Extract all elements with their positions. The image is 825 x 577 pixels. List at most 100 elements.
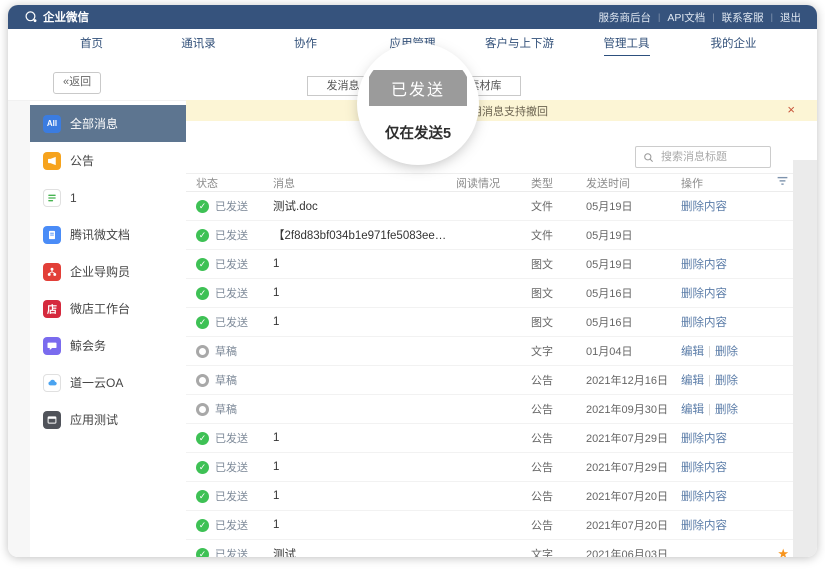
time-cell: 2021年07月29日 xyxy=(586,459,681,475)
nav-tab-2[interactable]: 协作 xyxy=(252,29,359,56)
action-link-1[interactable]: 删除 xyxy=(715,346,738,358)
star-icon[interactable]: ★ xyxy=(777,546,789,557)
action-link-0[interactable]: 编辑 xyxy=(681,404,704,416)
message-cell: 1 xyxy=(273,490,456,502)
status-cell: ✓ 已发送 xyxy=(196,227,273,243)
status-cell: ✓已发送 xyxy=(196,430,273,446)
sent-check-icon: ✓ xyxy=(196,229,209,242)
sidebar-item-8[interactable]: 应用测试 xyxy=(30,401,186,438)
magnifier-loupe: 已发送 仅在发送5 xyxy=(362,48,474,160)
time-cell: 05月19日 xyxy=(586,256,681,272)
table-row[interactable]: ✓已发送1图文05月16日删除内容 xyxy=(186,279,793,308)
close-icon[interactable]: × xyxy=(787,103,795,117)
nav-tab-0[interactable]: 首页 xyxy=(38,29,145,56)
draft-icon xyxy=(196,403,209,416)
actions-cell: 删除内容 xyxy=(681,459,763,475)
sidebar-item-label: 道一云OA xyxy=(70,374,123,391)
topbar-link-1[interactable]: API文档 xyxy=(667,10,705,25)
sidebar-item-label: 应用测试 xyxy=(70,411,118,428)
action-link-0[interactable]: 删除内容 xyxy=(681,433,727,445)
status-label: 已发送 xyxy=(215,285,248,301)
sidebar-item-3[interactable]: 腾讯微文档 xyxy=(30,216,186,253)
action-link-0[interactable]: 删除内容 xyxy=(681,520,727,532)
action-link-0[interactable]: 删除内容 xyxy=(681,491,727,503)
status-cell: ✓已发送 xyxy=(196,459,273,475)
action-link-0[interactable]: 删除内容 xyxy=(681,317,727,329)
action-link-0[interactable]: 编辑 xyxy=(681,375,704,387)
table-row[interactable]: ✓已发送1公告2021年07月29日删除内容 xyxy=(186,453,793,482)
separator: | xyxy=(658,12,660,22)
filter-icon[interactable] xyxy=(776,178,789,190)
sidebar-item-0[interactable]: All全部消息 xyxy=(30,105,186,142)
status-cell: ✓已发送 xyxy=(196,285,273,301)
row-end-cell: ★ xyxy=(763,546,793,557)
sidebar-item-1[interactable]: 公告 xyxy=(30,142,186,179)
action-link-0[interactable]: 删除内容 xyxy=(681,288,727,300)
action-link-1[interactable]: 删除 xyxy=(715,404,738,416)
separator: | xyxy=(712,12,714,22)
type-cell: 公告 xyxy=(531,517,586,533)
sidebar-item-7[interactable]: 道一云OA xyxy=(30,364,186,401)
type-cell: 文件 xyxy=(531,198,586,214)
magnified-sent-tab[interactable]: 已发送 xyxy=(369,70,467,106)
status-cell: ✓已发送 xyxy=(196,517,273,533)
time-cell: 05月19日 xyxy=(586,198,681,214)
table-row[interactable]: ✓已发送1图文05月19日删除内容 xyxy=(186,250,793,279)
table-header: 状态消息阅读情况类型发送时间操作 xyxy=(186,173,793,192)
draft-icon xyxy=(196,374,209,387)
status-cell: ✓已发送 xyxy=(196,488,273,504)
separator: | xyxy=(771,12,773,22)
status-cell: 草稿 xyxy=(196,343,273,359)
topbar: 企业微信 服务商后台|API文档|联系客服|退出 xyxy=(8,5,817,29)
sidebar-item-label: 鲸会务 xyxy=(70,337,106,354)
back-button[interactable]: «返回 xyxy=(53,72,101,94)
topbar-link-0[interactable]: 服务商后台 xyxy=(599,10,652,25)
nav-tab-5[interactable]: 管理工具 xyxy=(573,29,680,56)
table-row[interactable]: 草稿文字01月04日编辑|删除 xyxy=(186,337,793,366)
table-row[interactable]: ✓已发送1公告2021年07月29日删除内容 xyxy=(186,424,793,453)
status-label: 已发送 xyxy=(215,430,248,446)
scrollbar-track[interactable] xyxy=(793,160,817,557)
sent-check-icon: ✓ xyxy=(196,461,209,474)
time-cell: 2021年07月20日 xyxy=(586,517,681,533)
sidebar-item-6[interactable]: 鲸会务 xyxy=(30,327,186,364)
actions-cell: 删除内容 xyxy=(681,430,763,446)
left-gutter xyxy=(8,56,30,557)
action-link-0[interactable]: 删除内容 xyxy=(681,462,727,474)
actions-cell: 编辑|删除 xyxy=(681,372,763,388)
topbar-link-2[interactable]: 联系客服 xyxy=(722,10,764,25)
table-row[interactable]: ✓已发送测试文字2021年06月03日★ xyxy=(186,540,793,557)
nav-tab-6[interactable]: 我的企业 xyxy=(680,29,787,56)
sidebar-item-4[interactable]: 企业导购员 xyxy=(30,253,186,290)
actions-cell: 删除内容 xyxy=(681,314,763,330)
sidebar-item-label: 腾讯微文档 xyxy=(70,226,130,243)
table-row[interactable]: ✓已发送测试.doc文件05月19日删除内容 xyxy=(186,192,793,221)
action-link-1[interactable]: 删除 xyxy=(715,375,738,387)
search-box[interactable] xyxy=(635,146,771,168)
status-label: 已发送 xyxy=(215,256,248,272)
type-cell: 公告 xyxy=(531,401,586,417)
table-row[interactable]: ✓已发送1图文05月16日删除内容 xyxy=(186,308,793,337)
nav-tab-4[interactable]: 客户与上下游 xyxy=(466,29,573,56)
nav-tab-1[interactable]: 通讯录 xyxy=(145,29,252,56)
time-cell: 2021年07月20日 xyxy=(586,488,681,504)
sidebar-item-5[interactable]: 店微店工作台 xyxy=(30,290,186,327)
table-row[interactable]: ✓已发送1公告2021年07月20日删除内容 xyxy=(186,511,793,540)
sidebar-item-2[interactable]: 1 xyxy=(30,179,186,216)
actions-cell: 编辑|删除 xyxy=(681,401,763,417)
action-link-0[interactable]: 编辑 xyxy=(681,346,704,358)
status-label: 已发送 xyxy=(215,227,248,243)
table-row[interactable]: 草稿公告2021年09月30日编辑|删除 xyxy=(186,395,793,424)
type-cell: 公告 xyxy=(531,372,586,388)
search-input[interactable] xyxy=(659,150,763,164)
table-row[interactable]: ✓已发送1公告2021年07月20日删除内容 xyxy=(186,482,793,511)
action-link-0[interactable]: 删除内容 xyxy=(681,201,727,213)
message-cell: 测试 xyxy=(273,546,456,557)
table-row[interactable]: 草稿公告2021年12月16日编辑|删除 xyxy=(186,366,793,395)
message-cell: 1 xyxy=(273,461,456,473)
action-link-0[interactable]: 删除内容 xyxy=(681,259,727,271)
status-cell: ✓已发送 xyxy=(196,546,273,557)
table-row[interactable]: ✓已发送【2f8d83bf034b1e971fe5083eea...文件05月1… xyxy=(186,221,793,250)
message-cell: 1 xyxy=(273,258,456,270)
topbar-link-3[interactable]: 退出 xyxy=(780,10,801,25)
